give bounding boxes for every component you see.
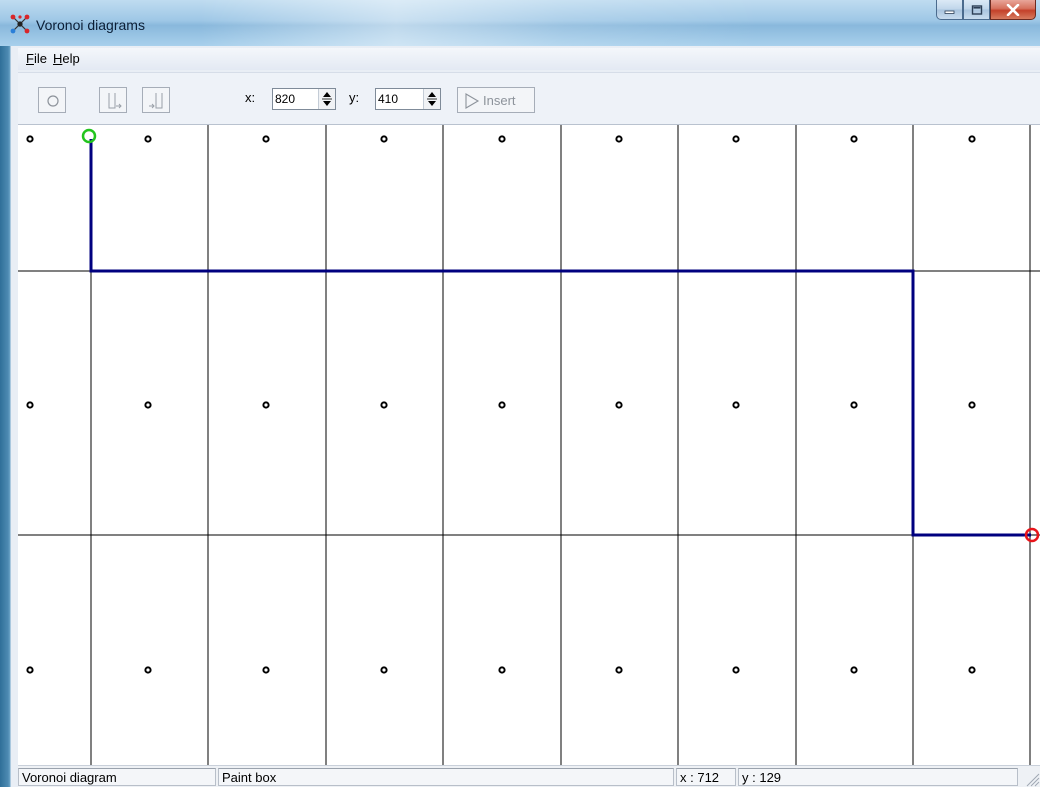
- x-spinner[interactable]: [272, 88, 336, 110]
- voronoi-site: [144, 666, 152, 674]
- step-back-button[interactable]: [142, 87, 170, 113]
- menu-help-label: elp: [62, 51, 80, 66]
- menu-file-hotkey: F: [26, 51, 34, 66]
- voronoi-site: [380, 135, 388, 143]
- step-forward-icon: [108, 93, 122, 109]
- voronoi-site: [850, 666, 858, 674]
- maximize-button[interactable]: [963, 0, 990, 20]
- minimize-button[interactable]: [936, 0, 963, 20]
- toolbar: x: y:: [18, 72, 1040, 125]
- voronoi-site: [26, 135, 34, 143]
- close-button[interactable]: [990, 0, 1036, 20]
- y-input[interactable]: [378, 91, 408, 107]
- voronoi-site: [615, 135, 623, 143]
- voronoi-site: [26, 401, 34, 409]
- menu-help-hotkey: H: [53, 51, 63, 66]
- step-forward-button[interactable]: [99, 87, 127, 113]
- paint-box[interactable]: [18, 124, 1040, 766]
- app-window: Voronoi diagrams File Help x: 820 y: 410…: [0, 0, 1040, 787]
- y-spinner-arrows[interactable]: [423, 89, 440, 109]
- voronoi-diagram[interactable]: [18, 125, 1040, 766]
- voronoi-site: [498, 666, 506, 674]
- voronoi-site: [262, 135, 270, 143]
- window-title: Voronoi diagrams: [36, 17, 145, 33]
- x-spinner-arrows[interactable]: [318, 89, 335, 109]
- x-label: x:: [245, 90, 256, 105]
- menu-file[interactable]: File: [26, 51, 47, 66]
- start-marker: [81, 128, 97, 144]
- add-site-button[interactable]: [38, 87, 66, 113]
- step-back-icon: [149, 93, 163, 109]
- voronoi-site: [850, 135, 858, 143]
- voronoi-site: [732, 401, 740, 409]
- status-cursor-y: y : 129: [738, 768, 1018, 786]
- insert-button[interactable]: Insert: [457, 87, 535, 113]
- status-bar: Voronoi diagram Paint box x : 712 y : 12…: [18, 765, 1040, 787]
- y-label: y:: [349, 90, 360, 105]
- maximize-icon: [971, 4, 982, 15]
- voronoi-site: [498, 401, 506, 409]
- spin-arrows-icon: [427, 92, 437, 106]
- voronoi-site: [968, 666, 976, 674]
- voronoi-site: [380, 401, 388, 409]
- menu-help[interactable]: Help: [53, 51, 80, 66]
- minimize-icon: [944, 10, 954, 14]
- insert-label: Insert: [483, 93, 516, 108]
- voronoi-site: [498, 135, 506, 143]
- resize-grip-icon[interactable]: [1022, 769, 1040, 787]
- status-tool: Paint box: [218, 768, 674, 786]
- x-input[interactable]: [275, 91, 305, 107]
- voronoi-site: [26, 666, 34, 674]
- status-cursor-x: x : 712: [676, 768, 736, 786]
- close-icon: [1006, 3, 1020, 16]
- voronoi-site: [732, 666, 740, 674]
- status-mode: Voronoi diagram: [18, 768, 216, 786]
- voronoi-site: [262, 401, 270, 409]
- y-spinner[interactable]: [375, 88, 441, 110]
- voronoi-site: [615, 401, 623, 409]
- spin-arrows-icon: [322, 92, 332, 106]
- voronoi-site: [144, 401, 152, 409]
- title-bar[interactable]: Voronoi diagrams: [0, 0, 1040, 46]
- voronoi-site: [850, 401, 858, 409]
- play-icon: [465, 93, 480, 109]
- menu-bar: File Help: [18, 48, 1040, 70]
- circle-icon: [47, 95, 59, 107]
- voronoi-site: [968, 135, 976, 143]
- voronoi-app-icon: [10, 14, 30, 34]
- voronoi-site: [144, 135, 152, 143]
- voronoi-site: [262, 666, 270, 674]
- voronoi-site: [615, 666, 623, 674]
- voronoi-site: [380, 666, 388, 674]
- caption-buttons: [936, 0, 1036, 22]
- voronoi-site: [968, 401, 976, 409]
- menu-file-label: ile: [33, 51, 47, 66]
- voronoi-site: [732, 135, 740, 143]
